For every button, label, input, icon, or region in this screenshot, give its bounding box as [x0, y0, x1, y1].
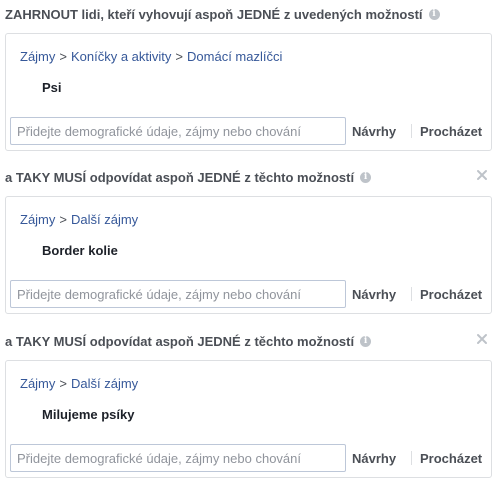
search-field[interactable] [10, 280, 346, 308]
breadcrumb-link[interactable]: Zájmy [20, 49, 55, 64]
info-icon[interactable]: i [360, 335, 372, 347]
section-header: a TAKY MUSÍ odpovídat aspoň JEDNÉ z těch… [5, 169, 492, 185]
breadcrumb-link[interactable]: Zájmy [20, 376, 55, 391]
breadcrumb-separator: > [59, 376, 67, 391]
suggestions-button[interactable]: Návrhy [352, 124, 396, 139]
section-header: ZAHRNOUT lidi, kteří vyhovují aspoň JEDN… [5, 6, 492, 22]
breadcrumb-link[interactable]: Domácí mazlíčci [187, 49, 282, 64]
section-header-text: ZAHRNOUT lidi, kteří vyhovují aspoň JEDN… [5, 6, 423, 22]
breadcrumb: Zájmy > Další zájmy [20, 376, 138, 391]
breadcrumb-separator: > [175, 49, 184, 64]
browse-button[interactable]: Procházet [420, 124, 482, 139]
breadcrumb-link[interactable]: Další zájmy [71, 376, 138, 391]
breadcrumb-link[interactable]: Zájmy [20, 212, 55, 227]
targeting-box: Zájmy > Koníčky a aktivity > Domácí mazlíčci… [5, 33, 492, 151]
suggestions-button[interactable]: Návrhy [352, 287, 396, 302]
selected-item[interactable]: Psi [42, 80, 62, 95]
close-icon[interactable] [476, 333, 488, 345]
section-header: a TAKY MUSÍ odpovídat aspoň JEDNÉ z těch… [5, 333, 492, 349]
selected-item[interactable]: Milujeme psíky [42, 407, 134, 422]
breadcrumb: Zájmy > Další zájmy [20, 212, 138, 227]
targeting-box: Zájmy > Další zájmy Milujeme psíky Návrhy … [5, 360, 492, 478]
divider [411, 287, 412, 301]
suggestions-button[interactable]: Návrhy [352, 451, 396, 466]
breadcrumb-link[interactable]: Koníčky a aktivity [71, 49, 171, 64]
targeting-input[interactable] [11, 118, 345, 144]
breadcrumb: Zájmy > Koníčky a aktivity > Domácí mazlíčci [20, 49, 282, 64]
breadcrumb-separator: > [59, 212, 67, 227]
browse-button[interactable]: Procházet [420, 287, 482, 302]
input-row: Návrhy Procházet [6, 441, 491, 475]
close-icon[interactable] [476, 169, 488, 181]
targeting-input[interactable] [11, 445, 345, 471]
section-header-text: a TAKY MUSÍ odpovídat aspoň JEDNÉ z těch… [5, 333, 355, 349]
search-field[interactable] [10, 117, 346, 145]
divider [411, 451, 412, 465]
info-icon[interactable]: i [428, 8, 440, 20]
breadcrumb-separator: > [59, 49, 67, 64]
info-icon[interactable]: i [360, 171, 372, 183]
breadcrumb-link[interactable]: Další zájmy [71, 212, 138, 227]
selected-item[interactable]: Border kolie [42, 243, 118, 258]
input-row: Návrhy Procházet [6, 114, 491, 148]
section-header-text: a TAKY MUSÍ odpovídat aspoň JEDNÉ z těch… [5, 169, 355, 185]
search-field[interactable] [10, 444, 346, 472]
targeting-input[interactable] [11, 281, 345, 307]
input-row: Návrhy Procházet [6, 277, 491, 311]
divider [411, 124, 412, 138]
targeting-box: Zájmy > Další zájmy Border kolie Návrhy Pr… [5, 196, 492, 314]
browse-button[interactable]: Procházet [420, 451, 482, 466]
